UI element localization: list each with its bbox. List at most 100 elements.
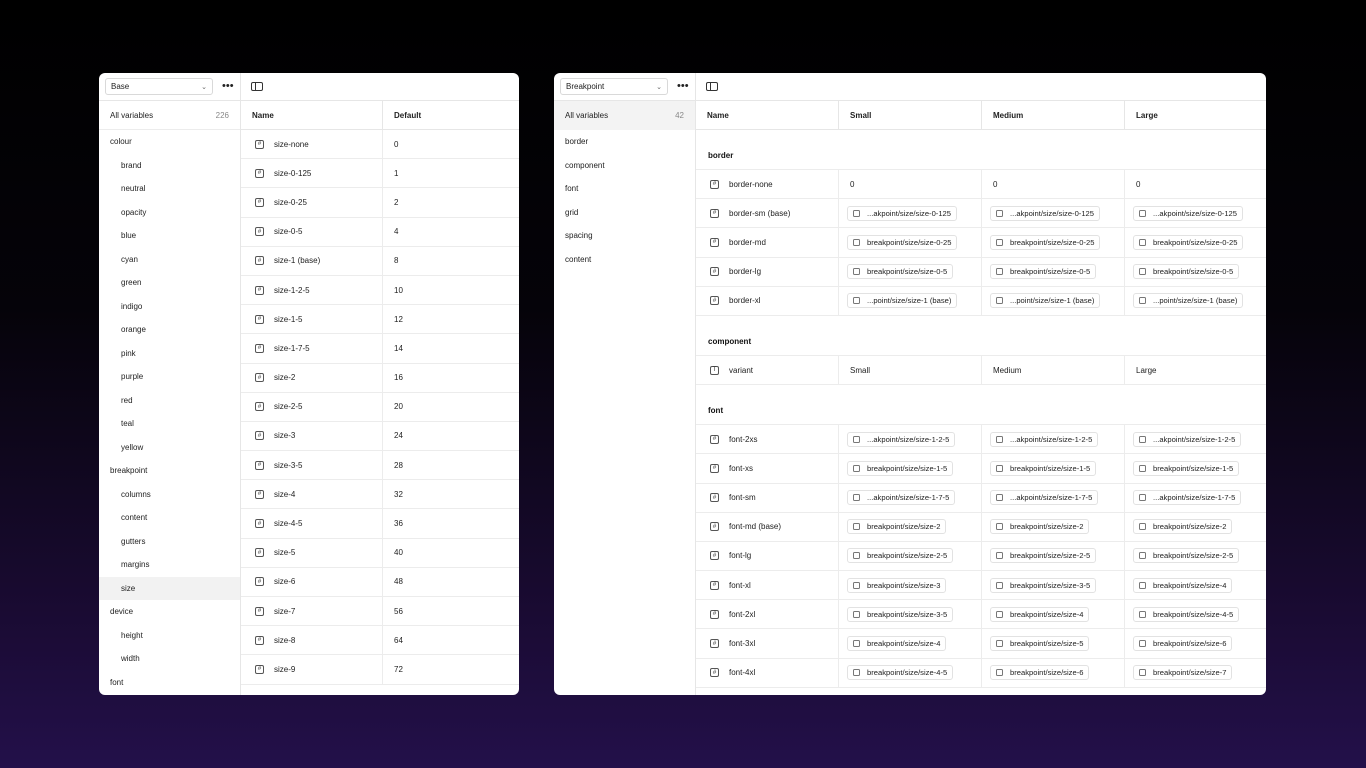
alias-pill[interactable]: breakpoint/size/size-6: [990, 665, 1090, 681]
variable-name-cell[interactable]: # size-1-5: [241, 305, 383, 334]
alias-pill[interactable]: breakpoint/size/size-0-25: [847, 234, 958, 250]
variable-value-cell[interactable]: breakpoint/size/size-3-5: [839, 600, 982, 629]
variable-value-cell[interactable]: 0: [839, 170, 982, 199]
alias-pill[interactable]: breakpoint/size/size-4-5: [847, 665, 954, 681]
variable-value-cell[interactable]: ...akpoint/size/size-0-125: [982, 199, 1125, 228]
variable-value-cell[interactable]: ...akpoint/size/size-1-2-5: [839, 425, 982, 454]
sidebar-group-item[interactable]: red: [99, 389, 240, 413]
more-options-icon[interactable]: •••: [677, 81, 689, 92]
variable-value-cell[interactable]: breakpoint/size/size-3: [839, 571, 982, 600]
variable-value-cell[interactable]: ...point/size/size-1 (base): [839, 286, 982, 315]
sidebar-group-item[interactable]: neutral: [99, 177, 240, 201]
variable-name-cell[interactable]: # size-9: [241, 655, 383, 684]
table-row[interactable]: # size-5 40: [241, 538, 519, 568]
variable-value-cell[interactable]: ...akpoint/size/size-0-125: [839, 199, 982, 228]
sidebar-group-item[interactable]: green: [99, 271, 240, 295]
variable-name-cell[interactable]: # font-md (base): [696, 512, 839, 541]
alias-pill[interactable]: breakpoint/size/size-6: [1133, 636, 1233, 652]
table-row[interactable]: # size-0-125 1: [241, 159, 519, 189]
table-row[interactable]: # font-lg breakpoint/size/size-2-5 breakpoi…: [696, 541, 1266, 572]
variable-name-cell[interactable]: # size-1 (base): [241, 246, 383, 275]
table-row[interactable]: # size-1-7-5 14: [241, 334, 519, 364]
sidebar-group-item[interactable]: font: [99, 671, 240, 695]
sidebar-group-item[interactable]: gutters: [99, 530, 240, 554]
variable-value-cell[interactable]: 14: [383, 334, 519, 362]
table-row[interactable]: # font-3xl breakpoint/size/size-4 breakpoin…: [696, 629, 1266, 659]
variable-name-cell[interactable]: # size-8: [241, 626, 383, 655]
sidebar-group-item[interactable]: border: [554, 130, 695, 154]
sidebar-group-item[interactable]: size: [99, 576, 240, 600]
variable-value-cell[interactable]: breakpoint/size/size-0-5: [1125, 258, 1266, 286]
variable-value-cell[interactable]: 36: [383, 509, 519, 537]
variable-name-cell[interactable]: # size-4: [241, 480, 383, 509]
alias-pill[interactable]: breakpoint/size/size-1-5: [1133, 460, 1240, 476]
sidebar-group-item[interactable]: teal: [99, 412, 240, 436]
alias-pill[interactable]: ...akpoint/size/size-0-125: [990, 205, 1100, 221]
variable-value-cell[interactable]: breakpoint/size/size-2: [839, 512, 982, 541]
table-row[interactable]: # size-0-25 2: [241, 188, 519, 218]
table-row[interactable]: # size-none 0: [241, 130, 519, 160]
variable-name-cell[interactable]: Tvariant: [696, 355, 839, 385]
variable-name-cell[interactable]: # size-3: [241, 421, 383, 451]
alias-pill[interactable]: breakpoint/size/size-1-5: [847, 460, 954, 476]
all-variables-item[interactable]: All variables 226: [99, 101, 240, 130]
table-row[interactable]: # size-2-5 20: [241, 392, 519, 422]
variable-name-cell[interactable]: # size-none: [241, 130, 383, 159]
variable-value-cell[interactable]: 56: [383, 597, 519, 625]
variable-name-cell[interactable]: # font-2xl: [696, 600, 839, 629]
variable-value-cell[interactable]: breakpoint/size/size-1-5: [982, 454, 1125, 483]
sidebar-group-item[interactable]: indigo: [99, 295, 240, 319]
variable-value-cell[interactable]: breakpoint/size/size-7: [1125, 659, 1266, 687]
sidebar-group-item[interactable]: spacing: [554, 224, 695, 248]
variable-value-cell[interactable]: 12: [383, 305, 519, 333]
variable-value-cell[interactable]: breakpoint/size/size-4: [982, 600, 1125, 629]
table-row[interactable]: Tvariant Small Medium Large: [696, 355, 1266, 386]
alias-pill[interactable]: breakpoint/size/size-0-5: [990, 264, 1097, 280]
variable-value-cell[interactable]: ...akpoint/size/size-1-7-5: [1125, 484, 1266, 512]
alias-pill[interactable]: breakpoint/size/size-0-25: [1133, 234, 1244, 250]
variable-name-cell[interactable]: # size-0-125: [241, 159, 383, 188]
variable-name-cell[interactable]: # size-2-5: [241, 392, 383, 421]
table-row[interactable]: # font-4xl breakpoint/size/size-4-5 breakpo…: [696, 658, 1266, 688]
alias-pill[interactable]: breakpoint/size/size-2: [1133, 519, 1233, 535]
table-row[interactable]: # font-2xl breakpoint/size/size-3-5 breakpo…: [696, 600, 1266, 630]
variable-name-cell[interactable]: # font-xs: [696, 454, 839, 483]
sidebar-group-item[interactable]: pink: [99, 342, 240, 366]
alias-pill[interactable]: breakpoint/size/size-1-5: [990, 460, 1097, 476]
table-row[interactable]: # size-7 56: [241, 597, 519, 627]
table-row[interactable]: # size-3-5 28: [241, 451, 519, 481]
variable-name-cell[interactable]: # font-xl: [696, 571, 839, 600]
alias-pill[interactable]: ...point/size/size-1 (base): [1133, 293, 1244, 309]
variable-name-cell[interactable]: # border-none: [696, 170, 839, 199]
variable-name-cell[interactable]: # size-0-5: [241, 217, 383, 246]
variable-value-cell[interactable]: breakpoint/size/size-6: [1125, 629, 1266, 657]
table-row[interactable]: # font-xl breakpoint/size/size-3 breakpoint…: [696, 571, 1266, 601]
table-row[interactable]: # size-1-5 12: [241, 305, 519, 335]
sidebar-group-item[interactable]: brand: [99, 154, 240, 178]
variable-value-cell[interactable]: 8: [383, 247, 519, 275]
alias-pill[interactable]: breakpoint/size/size-0-5: [1133, 264, 1240, 280]
variable-value-cell[interactable]: ...point/size/size-1 (base): [982, 286, 1125, 315]
variable-value-cell[interactable]: breakpoint/size/size-0-25: [1125, 228, 1266, 256]
variable-name-cell[interactable]: # size-1-7-5: [241, 334, 383, 363]
variable-value-cell[interactable]: 72: [383, 655, 519, 683]
table-row[interactable]: # size-0-5 4: [241, 217, 519, 247]
alias-pill[interactable]: breakpoint/size/size-2-5: [1133, 548, 1240, 564]
table-row[interactable]: # font-sm ...akpoint/size/size-1-7-5 ...akp…: [696, 483, 1266, 513]
variable-value-cell[interactable]: ...akpoint/size/size-1-7-5: [839, 483, 982, 512]
variable-value-cell[interactable]: 40: [383, 539, 519, 567]
table-row[interactable]: # border-xl ...point/size/size-1 (base)...…: [696, 286, 1266, 316]
column-header-large[interactable]: Large: [1125, 101, 1266, 129]
sidebar-group-item[interactable]: content: [99, 506, 240, 530]
table-row[interactable]: # border-md breakpoint/size/size-0-25 break…: [696, 228, 1266, 258]
alias-pill[interactable]: ...akpoint/size/size-1-2-5: [847, 431, 956, 447]
column-header-name[interactable]: Name: [696, 101, 839, 129]
alias-pill[interactable]: breakpoint/size/size-4-5: [1133, 606, 1240, 622]
alias-pill[interactable]: ...akpoint/size/size-1-7-5: [1133, 490, 1242, 506]
variable-name-cell[interactable]: # font-3xl: [696, 629, 839, 658]
variable-value-cell[interactable]: breakpoint/size/size-4-5: [839, 658, 982, 687]
table-row[interactable]: # size-3 24: [241, 421, 519, 452]
variable-name-cell[interactable]: # font-4xl: [696, 658, 839, 687]
variable-value-cell[interactable]: ...akpoint/size/size-1-2-5: [982, 425, 1125, 454]
variable-value-cell[interactable]: 32: [383, 480, 519, 508]
